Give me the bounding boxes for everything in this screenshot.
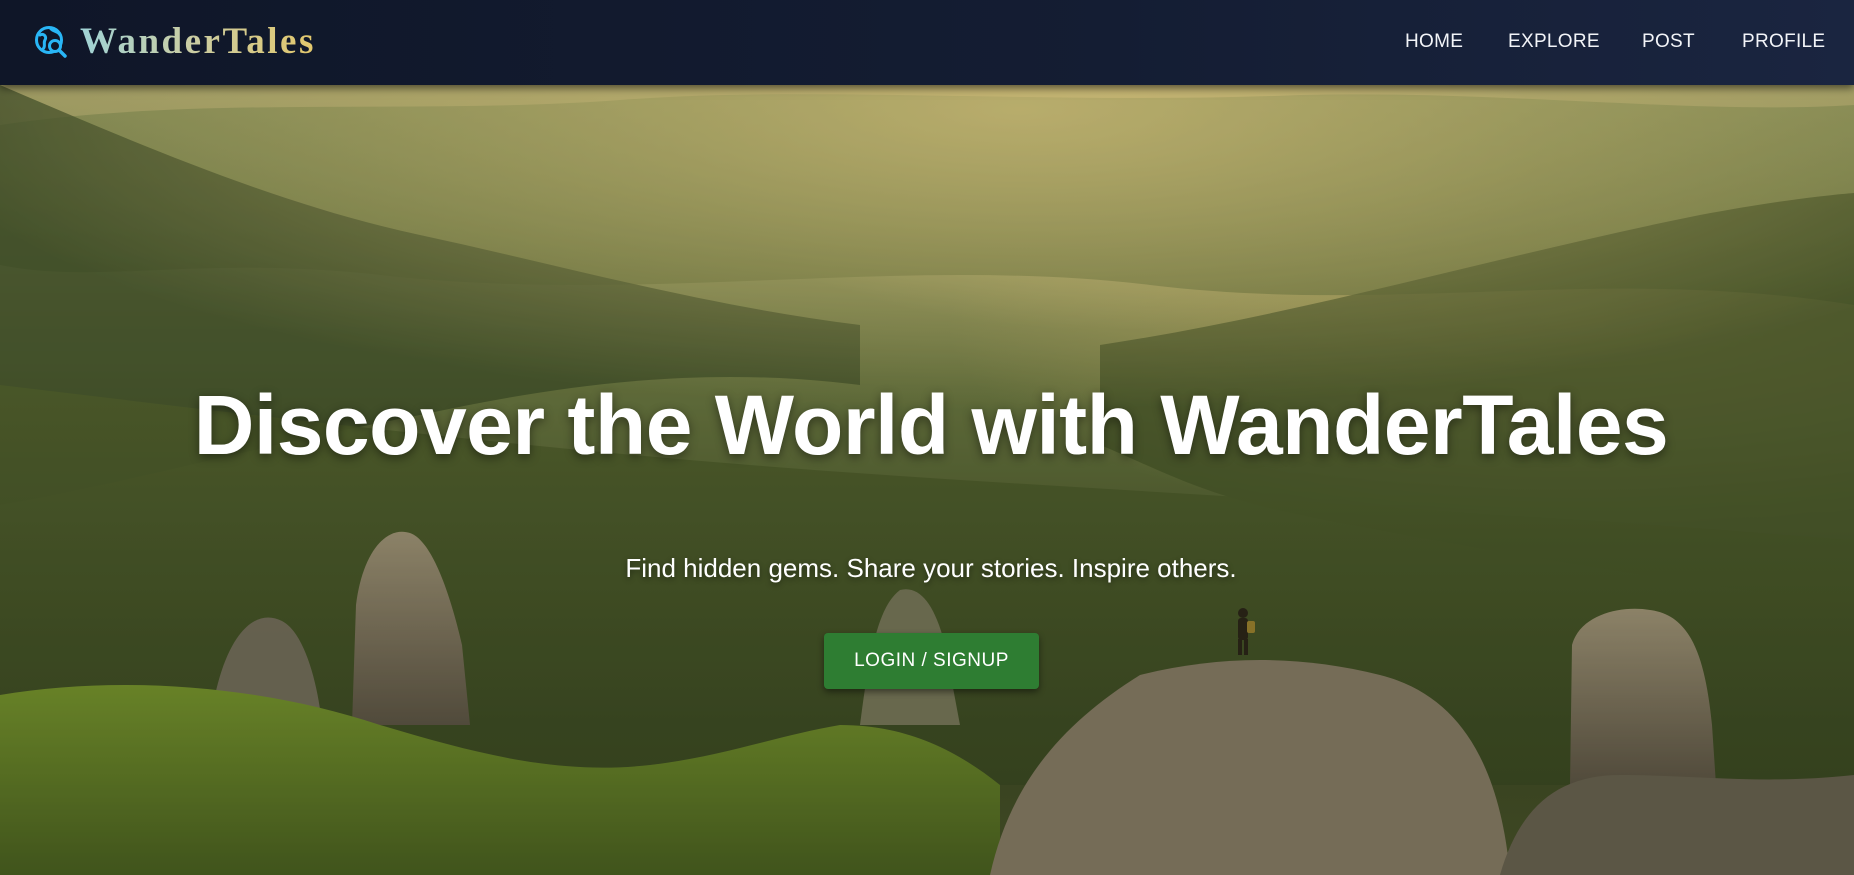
brand-logo[interactable]: WanderTales [34, 22, 316, 62]
globe-search-icon [35, 26, 67, 58]
nav-profile[interactable]: PROFILE [1742, 30, 1825, 54]
nav-home[interactable]: HOME [1405, 30, 1463, 54]
brand-name: WanderTales [80, 21, 316, 62]
hero-section: Discover the World with WanderTales Find… [0, 85, 1854, 875]
top-navbar: WanderTales HOME EXPLORE POST PROFILE [0, 0, 1854, 85]
hero-overlay [0, 85, 1854, 875]
nav-post[interactable]: POST [1642, 30, 1695, 54]
login-signup-button[interactable]: LOGIN / SIGNUP [824, 633, 1039, 689]
hero-title: Discover the World with WanderTales [193, 378, 1669, 472]
hero-subtitle: Find hidden gems. Share your stories. In… [625, 553, 1237, 583]
nav-explore[interactable]: EXPLORE [1508, 30, 1600, 54]
